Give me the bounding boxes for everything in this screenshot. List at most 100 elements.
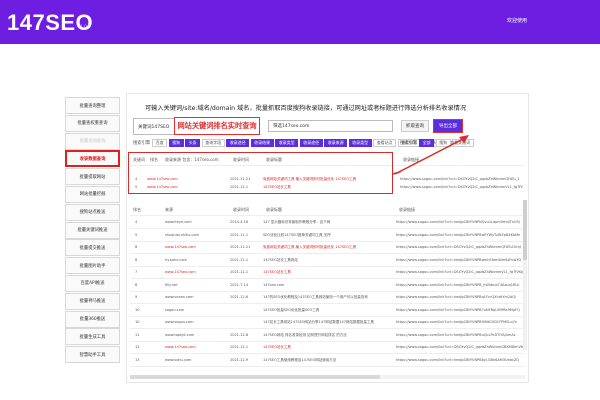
cell-source: www.147seo.com xyxy=(165,345,196,349)
cell-time: 2021-12-1 xyxy=(230,257,249,262)
divider xyxy=(130,278,525,279)
divider xyxy=(130,340,525,342)
app-version: v1.0.6 xyxy=(78,24,91,29)
cell-rank: 11 xyxy=(135,332,140,337)
col-link: 收录链接 xyxy=(399,207,415,212)
sidebar-item-label: 搜狗站点推送 xyxy=(79,210,106,216)
divider xyxy=(130,303,525,304)
cell-source: www.147seo.com xyxy=(165,270,196,274)
cell-link[interactable]: https://www.sogou.com/link?url=DSOYvQ2iC… xyxy=(396,270,523,274)
filter-chip-index-type[interactable]: 收录类型 xyxy=(275,138,299,147)
sidebar-item-360-push[interactable]: 批量360推送 xyxy=(65,310,120,328)
page-description: 可输入关键词/site:域名/domain 域名，批量抓取百度搜狗收录链接，可通… xyxy=(145,105,467,112)
cell-link[interactable]: https://www.sogou.com/link?url=hedJpCBtY… xyxy=(396,220,523,224)
filter-chip-baidu[interactable]: 百度 xyxy=(152,138,168,147)
cell-source: www.sohu.com xyxy=(165,357,192,362)
sidebar-item-label: 收录数据查询 xyxy=(79,156,106,162)
divider xyxy=(130,315,525,317)
cell-time: 2021-12-1 xyxy=(230,345,249,349)
divider xyxy=(130,228,525,229)
cell-link[interactable]: https://www.sogou.com/link?url=hedJpCBtY… xyxy=(396,320,523,324)
cell-time: 2021-11-1 xyxy=(230,232,249,237)
sidebar: 批量查询整理 批量查权重查询 批量查询查询 收录数据查询 批量提取网站 网站批量… xyxy=(65,97,120,364)
sidebar-item-site-mining[interactable]: 网站批量挖掘 xyxy=(65,185,120,203)
filter-label: 搜索引擎 xyxy=(133,140,151,146)
cell-link[interactable]: https://www.sogou.com/link?url=hedJpCBtY… xyxy=(396,358,523,362)
sidebar-item-baidu-api-push[interactable]: 百度API推送 xyxy=(65,274,120,292)
cell-rank: 9 xyxy=(135,295,138,299)
sidebar-item-label: 网站批量挖掘 xyxy=(79,192,106,198)
user-menu[interactable]: 欢迎使用 xyxy=(507,17,527,24)
col-rank: 排名 xyxy=(133,207,141,212)
scrollbar-thumb[interactable] xyxy=(130,375,380,379)
cell-title: 147站长工具网站147SEO网站分享147网站数据147网站数据批量工具 xyxy=(263,320,374,324)
cell-title: SEO优化比较147SEO推荐关键词工具_知乎 xyxy=(263,232,332,237)
sidebar-item-submit-push[interactable]: 批量提交推送 xyxy=(65,239,120,257)
filter-chip-toutiao[interactable]: 头条 xyxy=(185,138,201,147)
filter-chip-index-source[interactable]: 收录来源 xyxy=(324,138,348,147)
cell-source: www.sogou.com xyxy=(165,320,194,324)
cell-link[interactable]: https://www.sogou.com/link?url=hedJpCBtY… xyxy=(396,283,523,287)
sidebar-item-batch-query[interactable]: 批量查询查询 xyxy=(65,132,120,150)
col-source: 来源 xyxy=(165,207,173,212)
sidebar-item-batch-organize[interactable]: 批量查询整理 xyxy=(65,97,120,114)
filter-chip-query-field[interactable]: 查询字段 xyxy=(201,138,225,147)
sidebar-item-label: 批量查权重查询 xyxy=(77,121,108,127)
scrollbar-thumb[interactable] xyxy=(523,200,527,260)
cell-rank: 5 xyxy=(135,232,138,237)
cell-title: 147的SEO优化教程及147SEO工具网站使用一个用户可以批量查询 xyxy=(263,295,368,299)
export-all-button[interactable]: 导出全部 xyxy=(433,119,463,133)
sidebar-item-label: 智慧助手工具 xyxy=(79,352,106,358)
sidebar-item-weight-query[interactable]: 批量查权重查询 xyxy=(65,114,120,132)
sidebar-item-label: 批量查询整理 xyxy=(79,103,106,109)
vertical-scrollbar[interactable] xyxy=(523,200,527,350)
highlight-box xyxy=(128,152,393,194)
sidebar-item-shenma-push[interactable]: 批量神马推送 xyxy=(65,292,120,310)
cell-title: 147SEO网站 排名收录检测 如何提升网站排名 的方法 xyxy=(263,332,347,337)
cell-title: 147SEO批量SEO优化批量SEO工具 xyxy=(263,307,320,312)
cell-title: 147SEO站长工具 xyxy=(263,270,291,274)
sidebar-item-label: 百度API推送 xyxy=(80,281,105,287)
cell-title: 147SEO工具使用教程及147SEO网站使用方法 xyxy=(263,357,337,362)
cell-source: hy.sohu.com xyxy=(165,257,187,262)
filter-chip-sogou[interactable]: 搜狗 xyxy=(168,138,184,147)
cell-title: 免费网站关键词工具 输入关键词即可批量优化 147SEO工具 xyxy=(263,245,357,249)
sidebar-item-image-helper[interactable]: 批量图片助手 xyxy=(65,257,120,275)
sidebar-item-smart-helper[interactable]: 智慧助手工具 xyxy=(65,346,120,364)
cell-rank: 13 xyxy=(135,357,140,362)
cell-source: www.147seo.com xyxy=(165,245,196,249)
cell-title: 147seo.com xyxy=(263,282,285,287)
domain-filter-input[interactable]: 筛选147seo.com xyxy=(268,120,393,132)
filter-chip-index-path-2[interactable]: 收录途径 xyxy=(299,138,323,147)
cell-link[interactable]: https://www.sogou.com/link?url=DSOYvQ2iC… xyxy=(396,345,523,349)
sidebar-item-generate-tool[interactable]: 批量生成工具 xyxy=(65,328,120,346)
cell-link[interactable]: https://www.sogou.com/link?url=hedJpCBtY… xyxy=(396,308,523,312)
cell-title: 147 显示器标识背景制作教程分享 - 百下网 xyxy=(263,220,331,224)
cell-link[interactable]: https://www.sogou.com/link?url=hedJpCBtY… xyxy=(396,295,523,299)
query-button[interactable]: 抓取查询 xyxy=(401,120,429,132)
divider xyxy=(130,265,525,267)
cell-link[interactable]: https://www.sogou.com/link?url=DSOYvQ2iC… xyxy=(396,245,523,249)
cell-link[interactable]: https://www.sogou.com/link?url=hedJpCBtY… xyxy=(396,233,523,237)
filter-chip-index-result[interactable]: 收录结果 xyxy=(250,138,274,147)
cell-time: 2014-4-16 xyxy=(230,220,249,224)
cell-link[interactable]: https://www.sogou.com/link?url=hedJpCBtY… xyxy=(396,258,523,262)
sidebar-item-sogou-push[interactable]: 搜狗站点推送 xyxy=(65,203,120,221)
sidebar-item-keyword-push[interactable]: 批量关键词推送 xyxy=(65,221,120,239)
keyword-rank-overlay: 网站关键词排名实时查询 xyxy=(174,117,260,135)
cell-title: 147SEO站长工具网站 xyxy=(263,257,298,262)
col-title: 收录标题 xyxy=(266,207,282,212)
cell-rank: 10 xyxy=(135,307,140,312)
sidebar-item-index-query[interactable]: 收录数据查询 xyxy=(65,150,120,168)
filter-chip-index-type-2[interactable]: 收录类型 xyxy=(348,138,372,147)
sidebar-item-label: 批量360推送 xyxy=(79,317,106,323)
sidebar-item-label: 批量神马推送 xyxy=(79,299,106,305)
filter-chip-index-path[interactable]: 收录途径 xyxy=(226,138,250,147)
cell-rank: 12 xyxy=(135,345,140,349)
horizontal-scrollbar[interactable] xyxy=(130,375,525,379)
cell-link[interactable]: https://www.sogou.com/link?url=hedJpCBtY… xyxy=(396,333,523,337)
cell-time: 2021-12-9 xyxy=(230,357,249,362)
sidebar-item-extract-sites[interactable]: 批量提取网站 xyxy=(65,168,120,186)
cell-title: 147SEO站长工具 xyxy=(263,345,291,349)
cell-source: shuanlai.zhihu.com xyxy=(165,232,199,237)
